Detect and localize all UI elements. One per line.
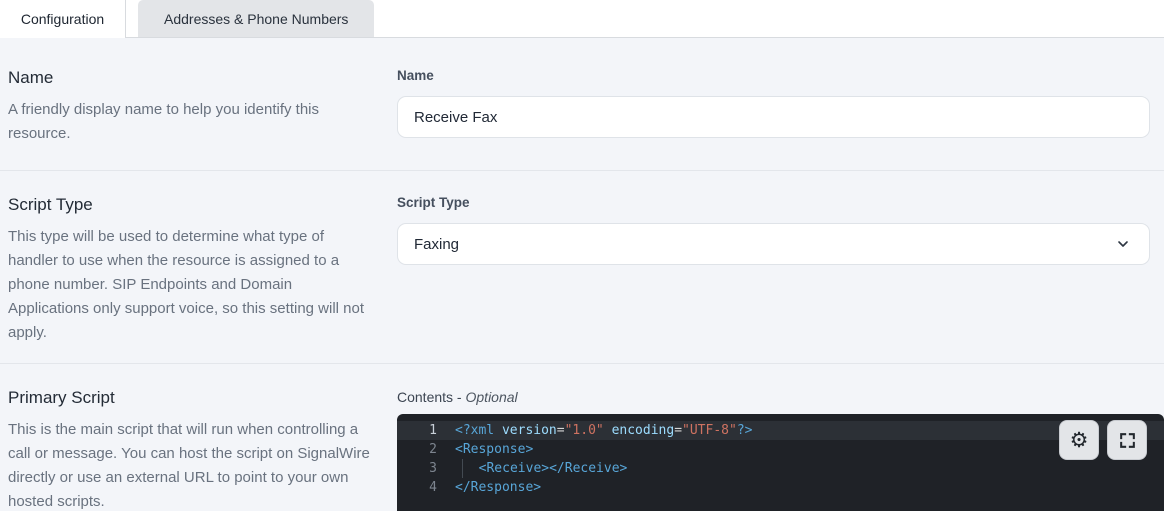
section-name-form: Name <box>397 66 1164 146</box>
section-script-type: Script Type This type will be used to de… <box>0 171 1164 364</box>
script-code-editor[interactable]: 1<?xml version="1.0" encoding="UTF-8"?>2… <box>397 414 1164 511</box>
code-lines: 1<?xml version="1.0" encoding="UTF-8"?>2… <box>397 421 1164 497</box>
section-script-type-description: This type will be used to determine what… <box>8 225 373 345</box>
line-number: 4 <box>397 478 455 497</box>
tab-configuration-label: Configuration <box>21 11 104 27</box>
tab-bar: Configuration Addresses & Phone Numbers <box>0 0 1164 38</box>
section-name-heading: Name <box>8 66 373 90</box>
code-line[interactable]: 1<?xml version="1.0" encoding="UTF-8"?> <box>397 421 1164 440</box>
line-number: 1 <box>397 421 455 440</box>
section-name-description: A friendly display name to help you iden… <box>8 98 373 146</box>
code-text: <Response> <box>455 440 533 459</box>
section-primary-script-form: Contents - Optional 1<?xml version="1.0"… <box>397 386 1164 511</box>
section-script-type-info: Script Type This type will be used to de… <box>8 193 373 345</box>
configuration-panel: Name A friendly display name to help you… <box>0 38 1164 511</box>
contents-optional-label: Optional <box>466 389 518 405</box>
section-primary-script-heading: Primary Script <box>8 386 373 410</box>
tab-configuration[interactable]: Configuration <box>0 0 126 38</box>
code-line[interactable]: 4</Response> <box>397 478 1164 497</box>
code-line[interactable]: 2<Response> <box>397 440 1164 459</box>
fullscreen-icon <box>1118 431 1137 450</box>
code-text: </Response> <box>455 478 541 497</box>
code-line[interactable]: 3 <Receive></Receive> <box>397 459 1164 478</box>
section-primary-script-description: This is the main script that will run wh… <box>8 418 373 511</box>
section-name-info: Name A friendly display name to help you… <box>8 66 373 146</box>
chevron-down-icon <box>1115 236 1131 252</box>
line-number: 3 <box>397 459 455 478</box>
section-primary-script-info: Primary Script This is the main script t… <box>8 386 373 511</box>
name-input[interactable] <box>397 96 1150 138</box>
name-field-label: Name <box>397 68 1150 84</box>
line-number: 2 <box>397 440 455 459</box>
editor-settings-button[interactable]: ⚙ <box>1059 420 1099 460</box>
section-primary-script: Primary Script This is the main script t… <box>0 364 1164 511</box>
code-text: <Receive></Receive> <box>455 459 627 478</box>
tab-addresses-phone-numbers-label: Addresses & Phone Numbers <box>164 11 348 27</box>
gear-icon: ⚙ <box>1070 430 1089 451</box>
script-type-selected-value: Faxing <box>414 236 459 253</box>
section-name: Name A friendly display name to help you… <box>0 38 1164 171</box>
editor-toolbar: ⚙ <box>1059 420 1147 460</box>
code-text: <?xml version="1.0" encoding="UTF-8"?> <box>455 421 752 440</box>
script-type-field-label: Script Type <box>397 195 1150 211</box>
section-script-type-form: Script Type Faxing <box>397 193 1164 345</box>
section-script-type-heading: Script Type <box>8 193 373 217</box>
script-type-select[interactable]: Faxing <box>397 223 1150 265</box>
tab-addresses-phone-numbers[interactable]: Addresses & Phone Numbers <box>138 0 374 37</box>
contents-label: Contents - Optional <box>397 388 1164 406</box>
editor-fullscreen-button[interactable] <box>1107 420 1147 460</box>
